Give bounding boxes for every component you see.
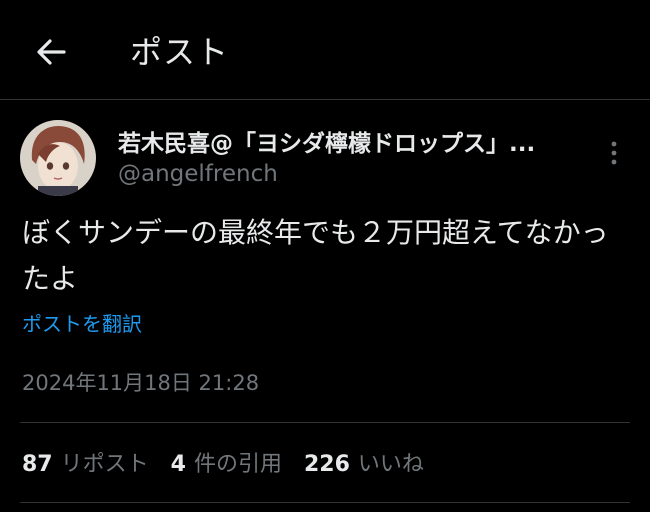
like-count: 226 xyxy=(303,452,350,477)
divider xyxy=(20,422,630,423)
author-display-name[interactable]: 若木民喜@「ヨシダ檸檬ドロップス」... xyxy=(118,128,588,160)
divider xyxy=(20,502,630,503)
engagement-stats: 87 リポスト 4 件の引用 226 いいね xyxy=(22,448,446,482)
quote-count: 4 xyxy=(170,452,186,477)
like-label: いいね xyxy=(357,452,424,477)
post-body-text: ぼくサンデーの最終年でも２万円超えてなかったよ xyxy=(22,216,609,295)
top-bar: ポスト xyxy=(0,0,650,100)
avatar-illustration xyxy=(20,120,96,196)
more-vertical-icon xyxy=(611,141,617,165)
stat-quotes[interactable]: 4 件の引用 xyxy=(171,448,282,482)
back-button[interactable] xyxy=(26,27,76,77)
author-handle[interactable]: @angelfrench xyxy=(118,158,278,190)
stat-likes[interactable]: 226 いいね xyxy=(304,448,424,482)
arrow-left-icon xyxy=(37,39,66,65)
repost-count: 87 xyxy=(22,452,53,477)
translate-post-link[interactable]: ポストを翻訳 xyxy=(22,309,142,339)
post-timestamp[interactable]: 2024年11月18日 21:28 xyxy=(22,366,259,400)
quote-label: 件の引用 xyxy=(193,452,282,477)
repost-label: リポスト xyxy=(60,452,149,477)
stat-reposts[interactable]: 87 リポスト xyxy=(22,448,149,482)
avatar[interactable] xyxy=(20,120,96,196)
page-title: ポスト xyxy=(130,33,230,71)
more-options-button[interactable] xyxy=(600,138,628,168)
